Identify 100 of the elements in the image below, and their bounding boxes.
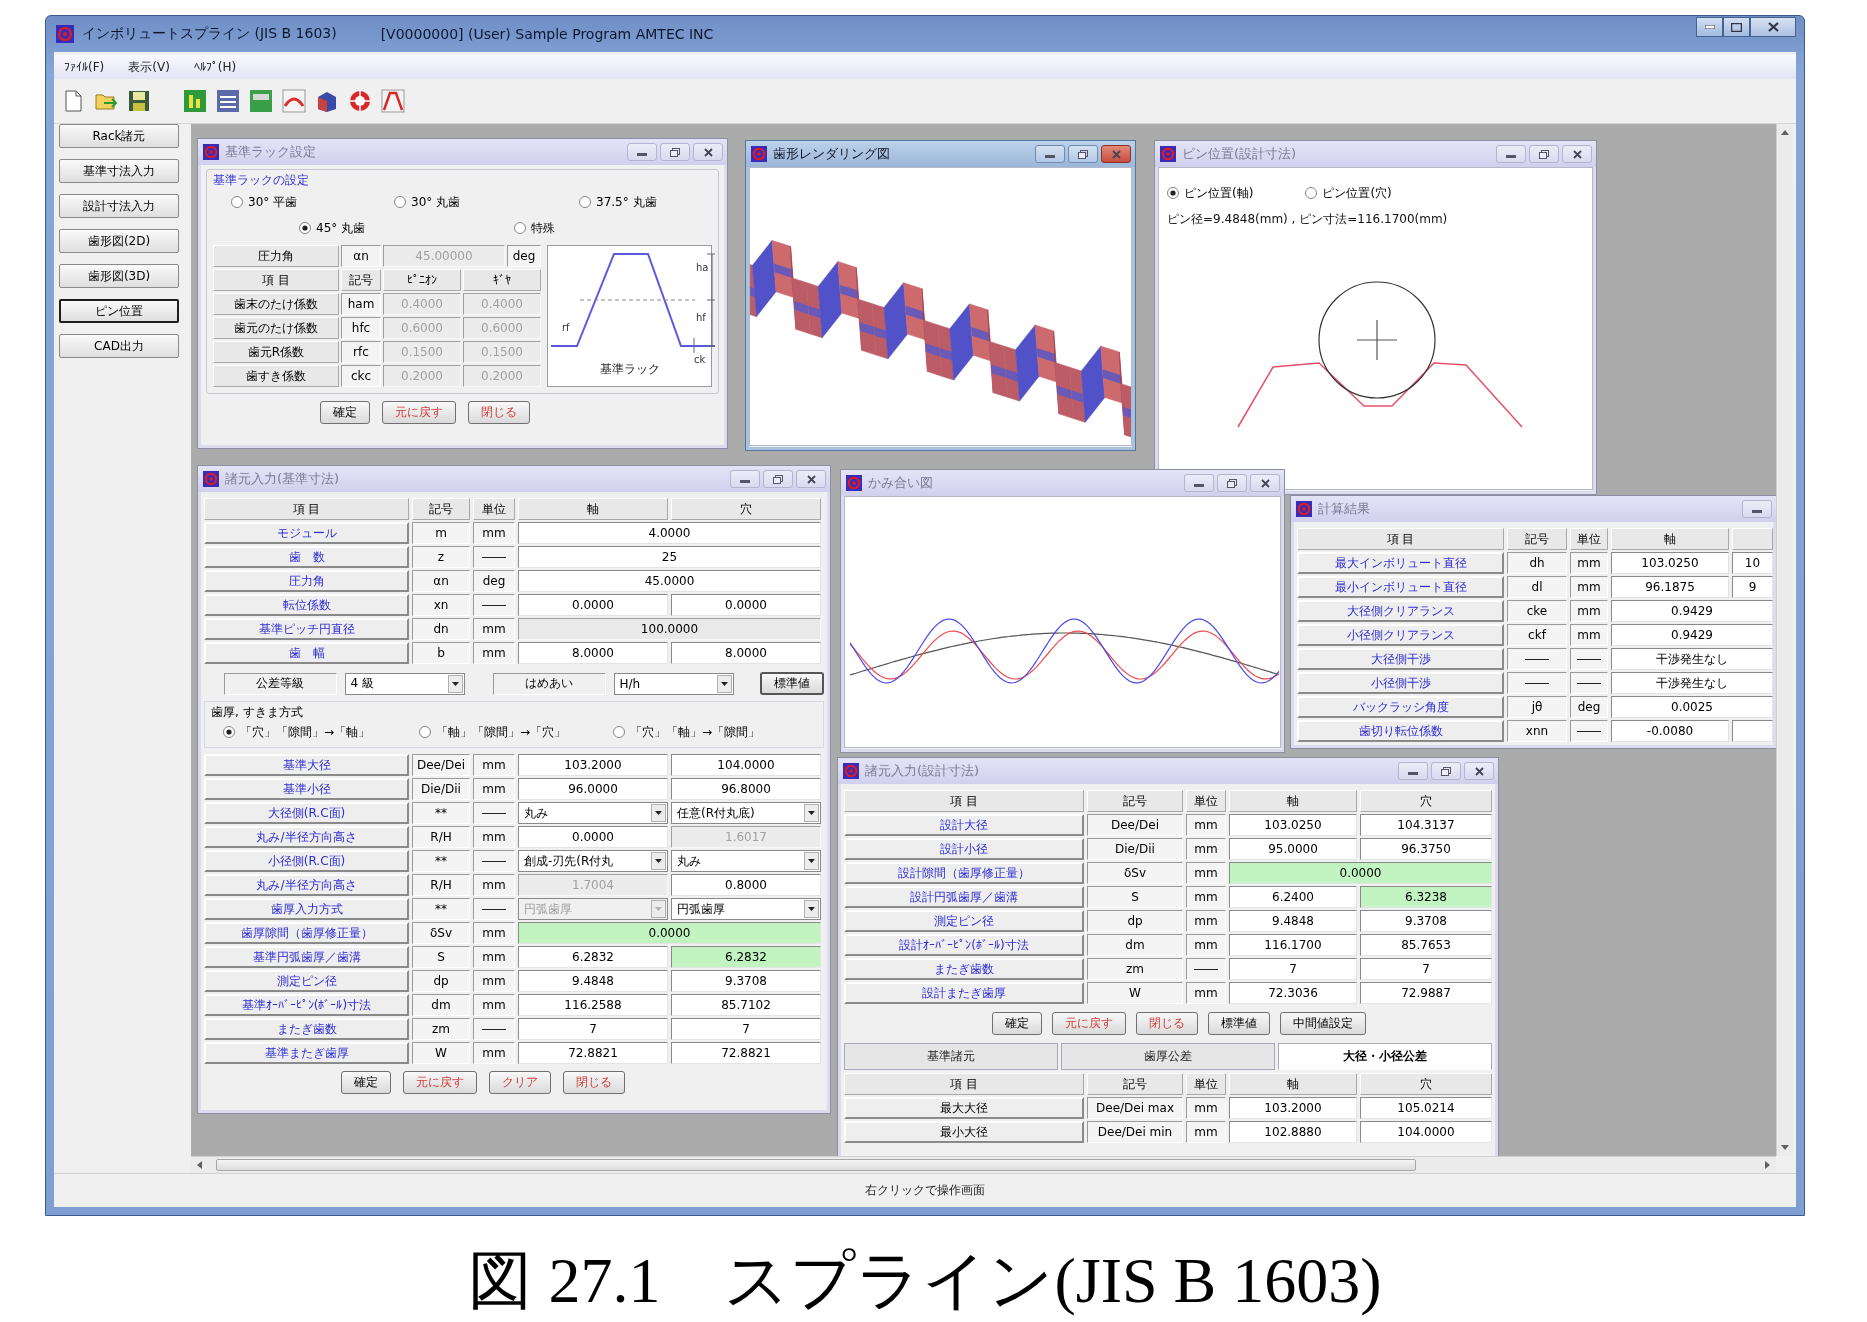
cube-icon[interactable]	[315, 89, 339, 113]
input-field[interactable]: 7	[518, 1018, 668, 1040]
input-field[interactable]: 0.0000	[671, 594, 821, 616]
input-field[interactable]: 72.8821	[671, 1042, 821, 1064]
input-field[interactable]: 8.0000	[671, 642, 821, 664]
menu-item[interactable]: 表示(V)	[128, 58, 170, 76]
dropdown[interactable]: 円弧歯厚	[671, 898, 821, 920]
input-field[interactable]: 95.0000	[1229, 838, 1357, 860]
input-field[interactable]: 6.2832	[671, 946, 821, 968]
input-field[interactable]: 8.0000	[518, 642, 668, 664]
radio-option[interactable]: 37.5° 丸歯	[579, 193, 657, 211]
input-field[interactable]: 72.3036	[1229, 982, 1357, 1004]
close-button[interactable]	[1562, 145, 1592, 163]
dialog-button[interactable]: 元に戻す	[403, 1071, 477, 1094]
dropdown[interactable]: 4 級	[344, 672, 465, 695]
maximize-button[interactable]	[1723, 17, 1750, 37]
input-field[interactable]: 103.2000	[1229, 1097, 1357, 1119]
horizontal-scrollbar[interactable]	[191, 1156, 1776, 1173]
table-icon[interactable]	[216, 89, 240, 113]
dropdown[interactable]: 丸み	[671, 850, 821, 872]
input-field[interactable]: 9.4848	[1229, 910, 1357, 932]
input-field[interactable]: 0.0025	[1611, 696, 1773, 718]
input-field[interactable]: 干渉発生なし	[1611, 648, 1773, 670]
dropdown[interactable]: 任意(R付丸底)	[671, 802, 821, 824]
sidebar-button[interactable]: ピン位置	[59, 299, 179, 323]
minimize-button[interactable]	[1696, 17, 1723, 37]
input-field[interactable]: 9.3708	[1360, 910, 1492, 932]
tab[interactable]: 歯厚公差	[1061, 1043, 1275, 1070]
save-icon[interactable]	[127, 89, 151, 113]
dialog-button[interactable]: 確定	[320, 401, 370, 424]
close-button[interactable]	[796, 470, 826, 488]
input-field[interactable]: 103.2000	[518, 754, 668, 776]
input-field[interactable]: 7	[1229, 958, 1357, 980]
radio-option[interactable]: ピン位置(穴)	[1305, 184, 1392, 202]
restore-button[interactable]	[1217, 474, 1247, 492]
dialog-button[interactable]: 元に戻す	[1052, 1012, 1126, 1035]
input-field[interactable]: 96.3750	[1360, 838, 1492, 860]
dropdown[interactable]: 丸み	[518, 802, 668, 824]
minimize-button[interactable]	[1742, 500, 1772, 518]
input-field[interactable]: 10	[1732, 552, 1773, 574]
restore-button[interactable]	[1068, 145, 1098, 163]
radio-option[interactable]: 「穴」「軸」→「隙間」	[613, 723, 761, 741]
dialog-button[interactable]: 閉じる	[468, 401, 530, 424]
tab[interactable]: 基準諸元	[844, 1043, 1058, 1070]
close-button[interactable]	[1250, 474, 1280, 492]
dialog-button[interactable]: 確定	[341, 1071, 391, 1094]
close-button[interactable]	[693, 143, 723, 161]
dialog-button[interactable]: 閉じる	[563, 1071, 625, 1094]
input-field[interactable]: 0.0000	[518, 922, 821, 944]
input-field[interactable]: 105.0214	[1360, 1097, 1492, 1119]
input-field[interactable]: 7	[1360, 958, 1492, 980]
sidebar-button[interactable]: Rack諸元	[59, 124, 179, 148]
radio-option[interactable]: 「穴」「隙間」→「軸」	[223, 723, 371, 741]
input-field[interactable]: 103.0250	[1611, 552, 1729, 574]
minimize-button[interactable]	[1035, 145, 1065, 163]
radio-option[interactable]: 30° 丸歯	[394, 193, 461, 211]
dialog-button[interactable]: 確定	[992, 1012, 1042, 1035]
input-field[interactable]: 0.0000	[518, 826, 668, 848]
scroll-thumb[interactable]	[216, 1159, 1416, 1171]
input-field[interactable]: 96.1875	[1611, 576, 1729, 598]
tooth-profile-icon[interactable]	[381, 89, 405, 113]
input-field[interactable]: 102.8880	[1229, 1121, 1357, 1143]
radio-option[interactable]: 「軸」「隙間」→「穴」	[419, 723, 567, 741]
panel-icon[interactable]	[249, 89, 273, 113]
minimize-button[interactable]	[627, 143, 657, 161]
input-field[interactable]: 干渉発生なし	[1611, 672, 1773, 694]
vertical-scrollbar[interactable]	[1776, 124, 1793, 1156]
close-button[interactable]	[1464, 762, 1494, 780]
minimize-button[interactable]	[730, 470, 760, 488]
input-field[interactable]	[1732, 720, 1773, 742]
sidebar-button[interactable]: 設計寸法入力	[59, 194, 179, 218]
input-field[interactable]: 96.8000	[671, 778, 821, 800]
target-icon[interactable]	[348, 89, 372, 113]
input-field[interactable]: 9.4848	[518, 970, 668, 992]
sidebar-button[interactable]: CAD出力	[59, 334, 179, 358]
input-field[interactable]: -0.0080	[1611, 720, 1729, 742]
input-field[interactable]: 0.9429	[1611, 600, 1773, 622]
minimize-button[interactable]	[1398, 762, 1428, 780]
input-field[interactable]: 9	[1732, 576, 1773, 598]
minimize-button[interactable]	[1496, 145, 1526, 163]
sidebar-button[interactable]: 歯形図(2D)	[59, 229, 179, 253]
input-field[interactable]: 9.3708	[671, 970, 821, 992]
sidebar-button[interactable]: 歯形図(3D)	[59, 264, 179, 288]
dropdown[interactable]: 創成-刃先(R付丸	[518, 850, 668, 872]
input-field[interactable]: 0.0000	[1229, 862, 1492, 884]
input-field[interactable]: 25	[518, 546, 821, 568]
input-field[interactable]: 0.0000	[518, 594, 668, 616]
input-field[interactable]: 0.9429	[1611, 624, 1773, 646]
input-field[interactable]: 4.0000	[518, 522, 821, 544]
dropdown[interactable]: H/h	[613, 672, 734, 695]
restore-button[interactable]	[763, 470, 793, 488]
sidebar-button[interactable]: 基準寸法入力	[59, 159, 179, 183]
input-field[interactable]: 45.0000	[518, 570, 821, 592]
dialog-button[interactable]: 元に戻す	[382, 401, 456, 424]
dialog-button[interactable]: 中間値設定	[1280, 1012, 1366, 1035]
dialog-button[interactable]: 標準値	[1208, 1012, 1270, 1035]
tab[interactable]: 大径・小径公差	[1278, 1043, 1492, 1070]
input-field[interactable]: 6.2400	[1229, 886, 1357, 908]
menu-item[interactable]: ﾍﾙﾌﾟ(H)	[193, 60, 237, 74]
input-field[interactable]: 0.8000	[671, 874, 821, 896]
